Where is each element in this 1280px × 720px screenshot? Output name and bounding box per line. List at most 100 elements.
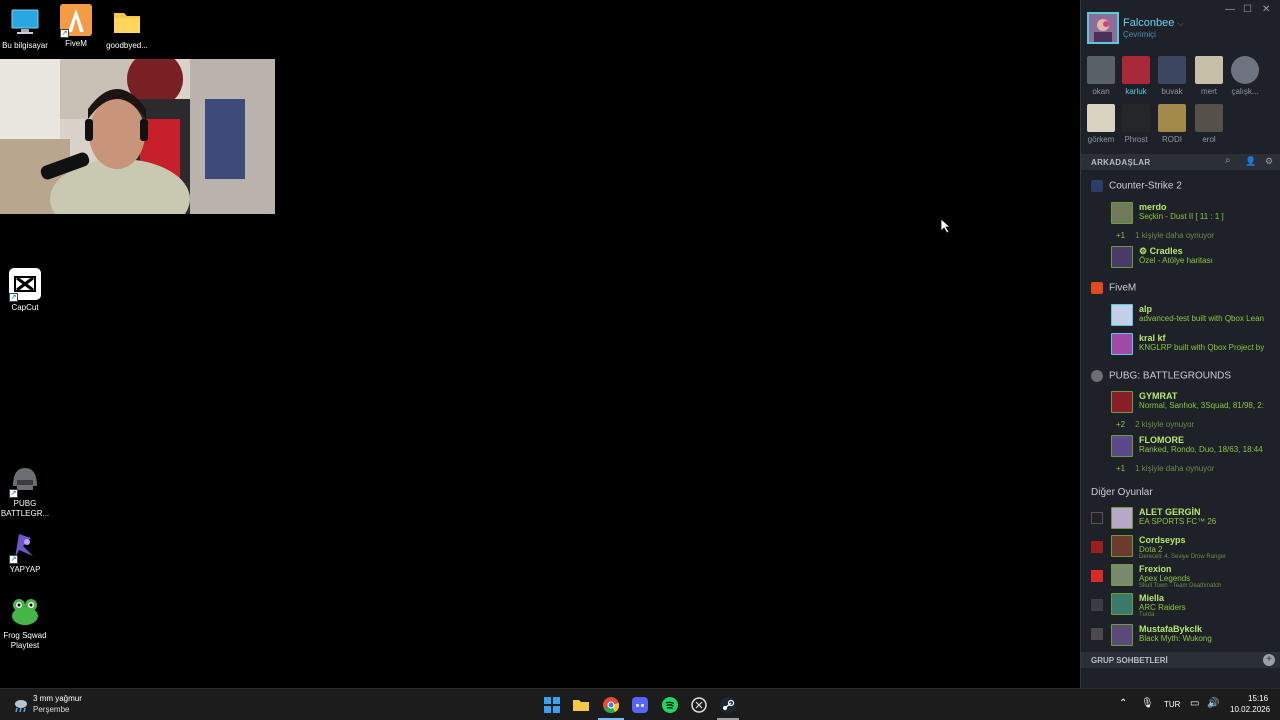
friend-row[interactable]: ⚙ Cradles Özel - Atölye haritası bbox=[1111, 246, 1280, 272]
search-icon[interactable]: ⌕ bbox=[1225, 155, 1231, 166]
avatar bbox=[1111, 593, 1133, 615]
friend-row[interactable]: Frexion Apex Legends Skull Town - Team D… bbox=[1111, 564, 1280, 590]
desktop-icon-fivem[interactable]: ↗ FiveM bbox=[51, 4, 101, 49]
shortcut-arrow-icon: ↗ bbox=[60, 29, 69, 38]
desktop-icon-label: PUBG bbox=[13, 499, 37, 508]
friend-name: Phrost bbox=[1124, 135, 1148, 144]
friend-name: görkem bbox=[1087, 135, 1115, 144]
taskbar: 3 mm yağmur Perşembe ⌃ 🎙 TUR ▭ 🔊 15:16 1… bbox=[0, 688, 1280, 720]
avatar bbox=[1111, 333, 1133, 355]
close-icon[interactable]: ✕ bbox=[1262, 4, 1270, 15]
game-group-other[interactable]: Diğer Oyunlar bbox=[1091, 487, 1153, 498]
steam-friends-window: — ☐ ✕ Falconbee ⌵ Çevrimiçi okan karluk … bbox=[1080, 0, 1280, 688]
favorite-friend[interactable]: karluk bbox=[1118, 56, 1154, 96]
game-group-pubg[interactable]: PUBG: BATTLEGROUNDS bbox=[1091, 370, 1231, 382]
friend-row[interactable]: merdo Seçkin - Dust II [ 11 : 1 ] bbox=[1111, 202, 1280, 228]
friend-row[interactable]: GYMRAT Normal, Sanhok, 3Squad, 81/98, 2: bbox=[1111, 391, 1280, 417]
friend-row[interactable]: alp advanced-test built with Qbox Lean bbox=[1111, 304, 1280, 330]
weather-icon[interactable] bbox=[12, 698, 28, 719]
favorite-friend[interactable]: çalışk... bbox=[1227, 56, 1263, 96]
chevron-down-icon[interactable]: ⌵ bbox=[1177, 19, 1183, 28]
friend-row[interactable]: MustafaBykclk Black Myth: Wukong bbox=[1111, 624, 1280, 650]
friend-name: buvak bbox=[1161, 87, 1183, 96]
friend-status: Normal, Sanhok, 3Squad, 81/98, 2: bbox=[1139, 401, 1264, 410]
file-explorer-icon[interactable] bbox=[573, 697, 589, 713]
fivem-icon bbox=[1091, 282, 1103, 294]
game-group-cs2[interactable]: Counter-Strike 2 bbox=[1091, 180, 1182, 192]
weather-text[interactable]: 3 mm yağmur bbox=[33, 694, 82, 703]
clock-date[interactable]: 10.02.2026 bbox=[1230, 705, 1270, 714]
avatar bbox=[1195, 56, 1223, 84]
friend-name: GYMRAT bbox=[1139, 391, 1178, 401]
weather-day[interactable]: Perşembe bbox=[33, 705, 69, 714]
avatar bbox=[1122, 104, 1150, 132]
volume-icon[interactable]: 🔊 bbox=[1207, 698, 1219, 709]
avatar bbox=[1111, 624, 1133, 646]
steam-icon[interactable] bbox=[720, 697, 736, 713]
chatgpt-icon[interactable] bbox=[691, 697, 707, 713]
desktop-icon-label: Playtest bbox=[10, 641, 40, 650]
start-button[interactable] bbox=[544, 697, 560, 713]
wukong-icon bbox=[1091, 628, 1103, 640]
friend-name: alp bbox=[1139, 304, 1153, 314]
desktop-icon-label: FiveM bbox=[65, 39, 87, 48]
favorite-friend[interactable]: erol bbox=[1191, 104, 1227, 144]
add-group-icon[interactable]: + bbox=[1263, 654, 1275, 666]
favorite-friend[interactable]: mert bbox=[1191, 56, 1227, 96]
friend-row[interactable]: FLOMORE Ranked, Rondo, Duo, 18/63, 18:44 bbox=[1111, 435, 1280, 461]
yapyap-icon: ↗ bbox=[9, 530, 41, 564]
monitor-icon bbox=[9, 6, 41, 38]
add-friend-icon[interactable]: 👤 bbox=[1245, 156, 1256, 167]
favorite-friend[interactable]: RODI bbox=[1154, 104, 1190, 144]
chrome-icon[interactable] bbox=[603, 697, 620, 714]
friend-row[interactable]: ALET GERGİN EA SPORTS FC™ 26 bbox=[1111, 507, 1280, 533]
friend-name: RODI bbox=[1162, 135, 1182, 144]
desktop-icon-label: YAPYAP bbox=[9, 565, 41, 574]
favorite-friend[interactable]: görkem bbox=[1083, 104, 1119, 144]
friend-status: Black Myth: Wukong bbox=[1139, 634, 1212, 643]
desktop-icon-this-pc[interactable]: Bu bilgisayar bbox=[0, 6, 50, 51]
shortcut-arrow-icon: ↗ bbox=[9, 555, 18, 564]
discord-icon[interactable] bbox=[632, 697, 648, 713]
friend-name: kral kf bbox=[1139, 333, 1166, 343]
dota2-icon bbox=[1091, 541, 1103, 553]
settings-icon[interactable]: ⚙ bbox=[1265, 156, 1273, 167]
folder-icon bbox=[111, 6, 143, 38]
desktop-icon-yapyap[interactable]: ↗ YAPYAP bbox=[0, 530, 50, 575]
language-indicator[interactable]: TUR bbox=[1164, 700, 1180, 709]
display-icon[interactable]: ▭ bbox=[1190, 698, 1199, 709]
favorite-friend[interactable]: buvak bbox=[1154, 56, 1190, 96]
friend-name: erol bbox=[1202, 135, 1216, 144]
webcam-overlay bbox=[0, 59, 275, 214]
desktop-icon-label: CapCut bbox=[11, 303, 39, 312]
chevron-up-icon[interactable]: ⌃ bbox=[1119, 698, 1127, 709]
more-players: +1 1 kişiyle daha oynuyor bbox=[1116, 464, 1215, 473]
steam-deck-icon: ⚙ bbox=[1139, 246, 1150, 256]
group-chats-header[interactable]: GRUP SOHBETLERİ + bbox=[1081, 652, 1280, 668]
clock-time[interactable]: 15:16 bbox=[1248, 694, 1268, 703]
friend-detail: Skull Town - Team Deathmatch bbox=[1139, 583, 1222, 589]
desktop-icon-capcut[interactable]: ↗ CapCut bbox=[0, 268, 50, 313]
user-avatar[interactable] bbox=[1087, 12, 1119, 44]
friend-name: Cordseyps bbox=[1139, 535, 1186, 545]
friend-row[interactable]: Cordseyps Dota 2 Dereceli: 4. Seviye Dro… bbox=[1111, 535, 1280, 561]
user-name[interactable]: Falconbee ⌵ bbox=[1123, 17, 1184, 29]
friend-detail: Dereceli: 4. Seviye Drow Ranger bbox=[1139, 554, 1227, 560]
spotify-icon[interactable] bbox=[662, 697, 678, 713]
maximize-icon[interactable]: ☐ bbox=[1243, 4, 1252, 15]
friend-row[interactable]: kral kf KNGLRP built with Qbox Project b… bbox=[1111, 333, 1280, 359]
avatar bbox=[1111, 535, 1133, 557]
desktop-icon-folder[interactable]: goodbyed... bbox=[102, 6, 152, 51]
favorite-friend[interactable]: okan bbox=[1083, 56, 1119, 96]
friend-row[interactable]: Miella ARC Raiders Turda bbox=[1111, 593, 1280, 619]
friend-name: merdo bbox=[1139, 202, 1167, 212]
minimize-icon[interactable]: — bbox=[1225, 4, 1235, 15]
desktop-icon-pubg[interactable]: ↗ PUBG BATTLEGR... bbox=[0, 464, 50, 519]
mouse-cursor-icon bbox=[940, 218, 952, 239]
desktop-icon-frog-sqwad[interactable]: Frog Sqwad Playtest bbox=[0, 596, 50, 651]
microphone-icon[interactable]: 🎙 bbox=[1141, 698, 1154, 709]
friend-name: okan bbox=[1092, 87, 1110, 96]
game-group-fivem[interactable]: FiveM bbox=[1091, 282, 1136, 294]
favorite-friend[interactable]: Phrost bbox=[1118, 104, 1154, 144]
avatar bbox=[1111, 391, 1133, 413]
